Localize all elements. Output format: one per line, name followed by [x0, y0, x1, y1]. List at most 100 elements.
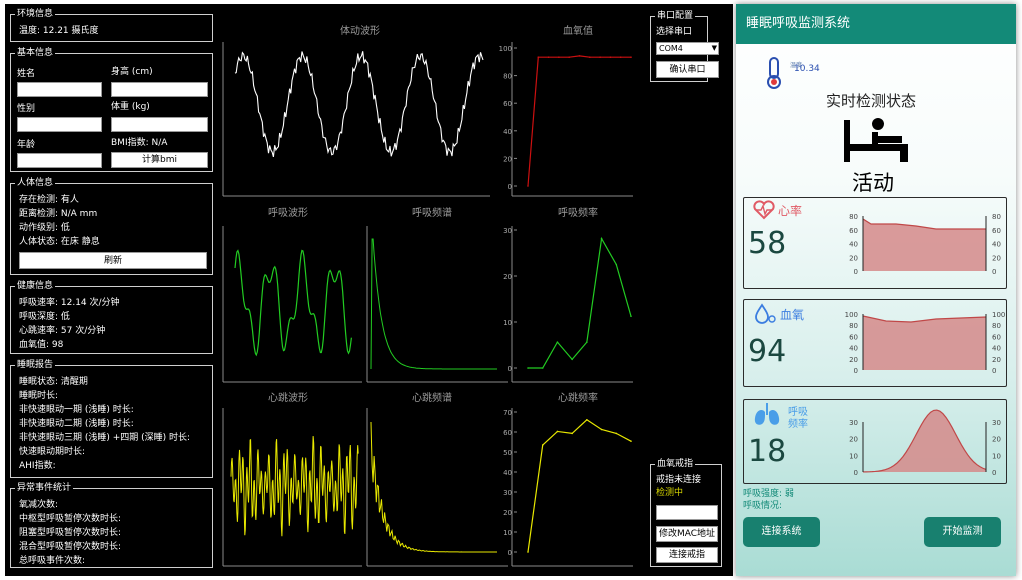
spo2-point — [599, 56, 601, 58]
heart-rate-point — [556, 430, 559, 433]
spo2-point — [568, 56, 570, 58]
phone-breath-right-tick-label: 0 — [992, 469, 996, 477]
breath-rate-point — [600, 237, 603, 240]
modify-mac-button[interactable]: 修改MAC地址 — [656, 526, 718, 542]
plots-canvas: 1008060402003020100706050403020100 — [222, 42, 633, 567]
spo2-tick-label: 0 — [508, 183, 512, 191]
spo2-point — [558, 56, 560, 58]
heart-rate-tick-label: 0 — [508, 549, 512, 557]
heart-rate-point — [541, 444, 544, 446]
heart-rate-point — [527, 551, 529, 553]
confirm-port-button[interactable]: 确认串口 — [656, 61, 719, 78]
heart-rate-point — [586, 418, 588, 421]
phone-heart-right-tick-label: 0 — [992, 268, 996, 276]
phone-spo2-left-tick-label: 100 — [845, 311, 858, 319]
phone-heart-left-tick-label: 60 — [849, 227, 858, 235]
breath-rate-point — [556, 341, 559, 343]
heart-wave-line — [230, 436, 359, 537]
breath-rate-point — [541, 367, 544, 369]
breath-rate-point — [615, 263, 618, 266]
start-monitoring-button[interactable]: 开始监测 — [924, 517, 1001, 547]
heart-spectrum-line — [370, 421, 497, 553]
spo2-point — [547, 56, 550, 58]
spo2-point — [527, 185, 529, 187]
ring-detecting-text: 检测中 — [656, 488, 684, 498]
dropdown-arrow-icon: ▼ — [711, 44, 717, 52]
breath-rate-point — [630, 315, 632, 318]
breath-rate-line — [528, 236, 632, 369]
phone-heart-right-tick-label: 40 — [992, 241, 1001, 249]
ring-status-text: 戒指未连接 — [656, 475, 702, 485]
heart-rate-point — [615, 432, 618, 435]
heart-rate-line — [527, 419, 632, 553]
spo2-tick-label: 80 — [503, 73, 512, 81]
phone-spo2-left-tick-label: 40 — [849, 345, 858, 353]
phone-breath-left-tick-label: 20 — [849, 436, 858, 444]
phone-heart-left-tick-label: 20 — [849, 254, 858, 262]
mac-input[interactable] — [656, 505, 718, 520]
phone-app: 睡眠呼吸监测系统 温度 10.34 实时检测状态 活动 心率 58 血氧 94 … — [736, 4, 1016, 576]
breath-status-text: 呼吸情况: — [743, 501, 783, 511]
heart-rate-tick-label: 60 — [503, 429, 512, 437]
phone-heart-right-tick-label: 20 — [992, 254, 1001, 262]
breath-rate-point — [571, 358, 573, 361]
breath-spectrum-line — [370, 238, 497, 370]
heart-rate-point — [571, 432, 573, 435]
heart-rate-tick-label: 70 — [503, 409, 512, 417]
serial-config-group: 串口配置 选择串口 COM4 ▼ 确认串口 — [650, 10, 719, 82]
spo2-tick-label: 100 — [499, 45, 512, 53]
spo2-point — [609, 56, 612, 58]
serial-config-title: 串口配置 — [655, 10, 696, 22]
spo2-tick-label: 20 — [503, 155, 512, 163]
spo2-line — [527, 55, 631, 187]
phone-breath-right-tick-label: 10 — [992, 452, 1001, 460]
phone-spo2-area — [863, 316, 986, 370]
phone-breath-left-tick-label: 10 — [849, 452, 858, 460]
spo2-tick-label: 40 — [503, 128, 512, 136]
phone-spo2-right-tick-label: 60 — [992, 333, 1001, 341]
monitor-desktop-window: 环境信息 温度: 12.21 摄氏度 基本信息 姓名 身高 (cm) 性别 体重… — [5, 4, 733, 576]
heart-rate-point — [600, 428, 603, 431]
port-value: COM4 — [659, 44, 683, 53]
body-wave-line — [234, 51, 484, 158]
breath-rate-tick-label: 20 — [503, 273, 512, 281]
spo2-tick-label: 60 — [503, 100, 512, 108]
breath-rate-tick-label: 30 — [503, 227, 512, 235]
heart-rate-point — [630, 440, 632, 442]
heart-rate-tick-label: 30 — [503, 489, 512, 497]
phone-spo2-left-tick-label: 20 — [849, 356, 858, 364]
breath-rate-tick-label: 10 — [503, 319, 512, 327]
breath-wave-line — [234, 249, 352, 357]
select-port-label: 选择串口 — [656, 27, 693, 37]
spo2-point — [630, 56, 632, 58]
connect-system-button[interactable]: 连接系统 — [743, 517, 820, 547]
ring-title: 血氧戒指 — [655, 458, 696, 470]
plot-axes: 1008060402003020100706050403020100 — [222, 42, 633, 567]
phone-breath-right-tick-label: 20 — [992, 436, 1001, 444]
heart-rate-tick-label: 50 — [503, 449, 512, 457]
phone-spo2-left-tick-label: 60 — [849, 333, 858, 341]
phone-heart-right-tick-label: 60 — [992, 227, 1001, 235]
heart-rate-tick-label: 10 — [503, 529, 512, 537]
phone-breath-left-tick-label: 30 — [849, 419, 858, 427]
connect-ring-button[interactable]: 连接戒指 — [656, 547, 718, 563]
heart-rate-tick-label: 40 — [503, 469, 512, 477]
spo2-point — [537, 56, 540, 58]
spo2-point — [619, 56, 622, 58]
phone-heart-left-tick-label: 40 — [849, 241, 858, 249]
phone-heart-right-tick-label: 80 — [992, 213, 1001, 221]
phone-spo2-right-tick-label: 0 — [992, 367, 996, 375]
breath-rate-point — [527, 367, 529, 369]
phone-spo2-right-tick-label: 100 — [992, 311, 1005, 319]
spo2-point — [589, 56, 591, 58]
phone-heart-left-tick-label: 80 — [849, 213, 858, 221]
breath-rate-tick-label: 0 — [508, 365, 512, 373]
phone-heart-left-tick-label: 0 — [854, 268, 858, 276]
phone-spo2-right-tick-label: 20 — [992, 356, 1001, 364]
phone-spo2-right-tick-label: 80 — [992, 322, 1001, 330]
port-select[interactable]: COM4 ▼ — [656, 42, 719, 55]
chart-marks — [527, 55, 632, 553]
breath-rate-point — [586, 341, 588, 343]
phone-spo2-right-tick-label: 40 — [992, 345, 1001, 353]
ring-group: 血氧戒指 戒指未连接 检测中 修改MAC地址 连接戒指 — [650, 458, 722, 567]
